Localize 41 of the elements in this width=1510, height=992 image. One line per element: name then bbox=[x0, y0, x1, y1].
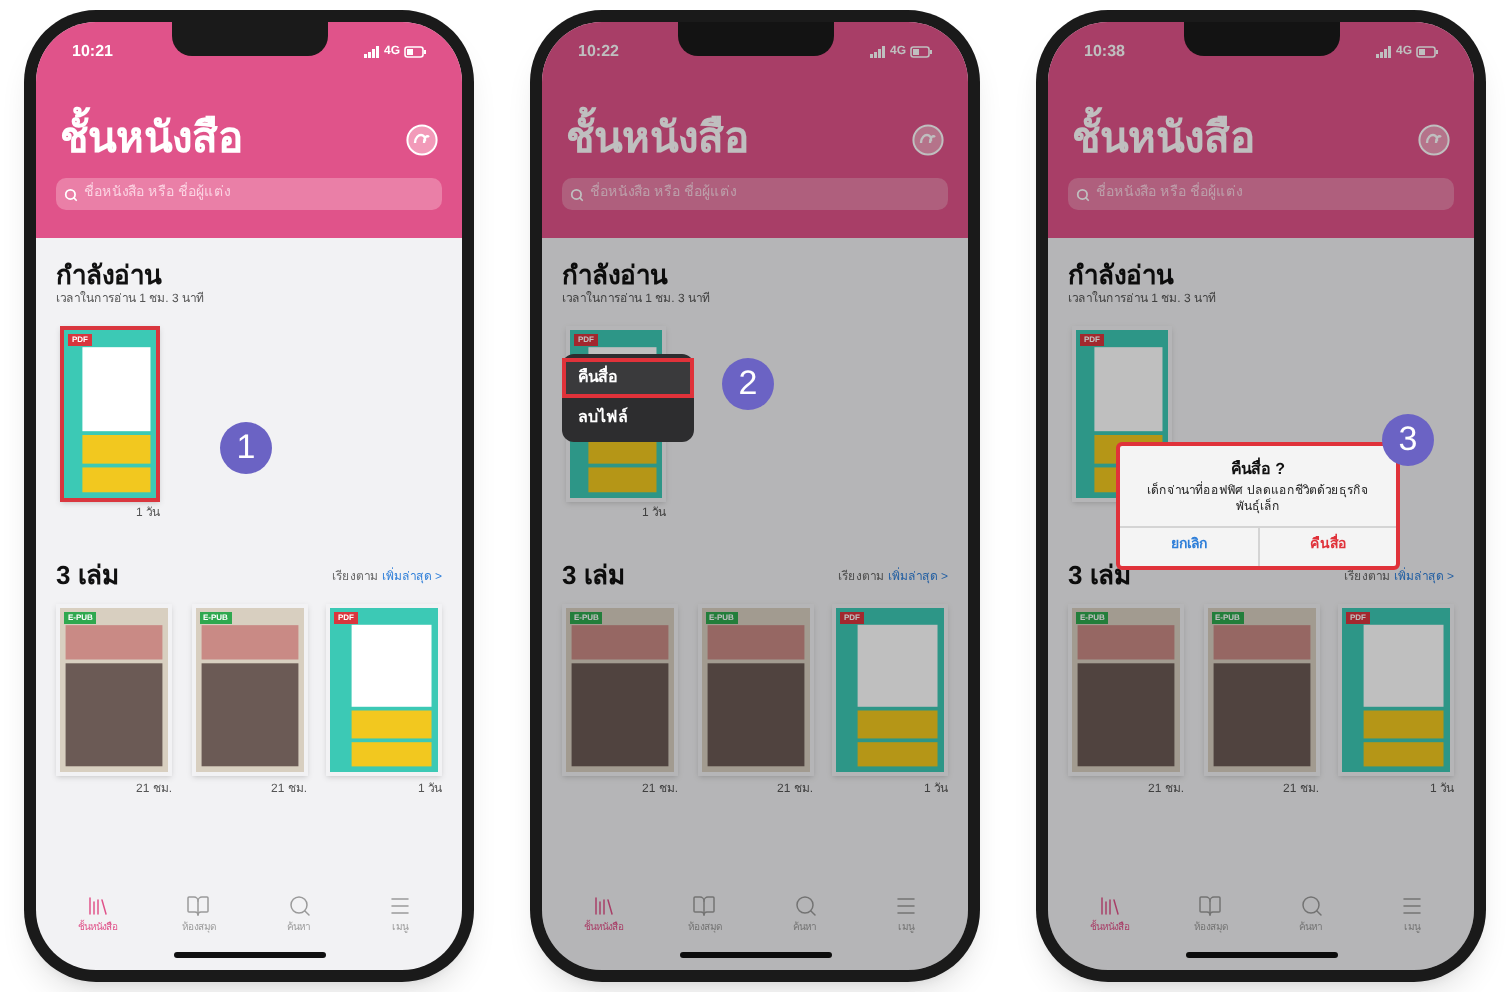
page-title: ชั้นหนังสือ bbox=[566, 110, 750, 170]
battery-icon bbox=[910, 46, 932, 58]
section-heading: 3 เล่ม bbox=[562, 558, 626, 592]
tab-icon bbox=[186, 894, 211, 918]
signal-icon bbox=[869, 46, 886, 58]
section-heading: กำลังอ่าน bbox=[1068, 258, 1176, 291]
tab-icon bbox=[793, 894, 818, 918]
signal-icon bbox=[1375, 46, 1392, 58]
status-time: 10:38 bbox=[1084, 40, 1125, 64]
page-title: ชั้นหนังสือ bbox=[60, 110, 244, 170]
section-heading: กำลังอ่าน bbox=[562, 258, 670, 291]
search-icon bbox=[1076, 187, 1090, 201]
section-heading: 3 เล่ม bbox=[1068, 558, 1132, 592]
section-heading: กำลังอ่าน bbox=[56, 258, 164, 291]
step-number: 1 bbox=[220, 422, 272, 474]
tab-icon bbox=[893, 894, 918, 918]
tab-icon bbox=[1299, 894, 1324, 918]
dialog-title: คืนสื่อ ? bbox=[1230, 458, 1286, 481]
status-time: 10:21 bbox=[72, 40, 113, 64]
menu-item[interactable]: คืนสื่อ bbox=[562, 358, 694, 398]
tab-icon bbox=[592, 894, 617, 918]
tab-icon bbox=[86, 894, 111, 918]
tab-icon bbox=[387, 894, 412, 918]
step-number: 2 bbox=[722, 358, 774, 410]
tab-icon bbox=[692, 894, 717, 918]
page-title: ชั้นหนังสือ bbox=[1072, 110, 1256, 170]
tab-icon bbox=[1098, 894, 1123, 918]
section-heading: 3 เล่ม bbox=[56, 558, 120, 592]
round-badge-icon[interactable] bbox=[1418, 124, 1450, 156]
tab-icon bbox=[287, 894, 312, 918]
round-badge-icon[interactable] bbox=[406, 124, 438, 156]
battery-icon bbox=[404, 46, 426, 58]
status-time: 10:22 bbox=[578, 40, 619, 64]
search-icon bbox=[64, 187, 78, 201]
battery-icon bbox=[1416, 46, 1438, 58]
round-badge-icon[interactable] bbox=[912, 124, 944, 156]
signal-icon bbox=[363, 46, 380, 58]
tab-icon bbox=[1399, 894, 1424, 918]
step-number: 3 bbox=[1382, 414, 1434, 466]
tab-icon bbox=[1198, 894, 1223, 918]
search-icon bbox=[570, 187, 584, 201]
